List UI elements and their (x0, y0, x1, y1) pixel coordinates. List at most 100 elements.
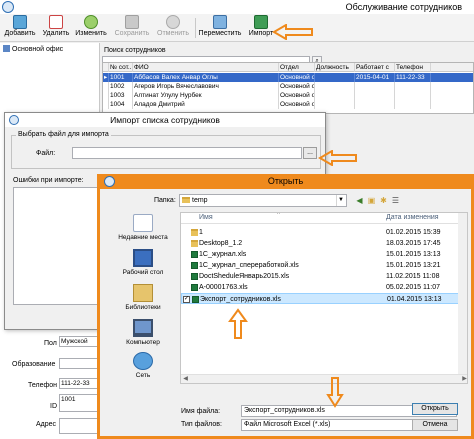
address-field[interactable] (59, 418, 99, 434)
column-header[interactable]: № сот... (109, 63, 133, 72)
file-name: 1 (199, 229, 203, 236)
tree-node-main-office[interactable]: Основной офис (3, 45, 63, 53)
add-button[interactable]: Добавить (3, 15, 37, 41)
phone-field[interactable]: 111-22-33 (59, 378, 99, 389)
folder-icon (191, 240, 198, 247)
desktop-icon (133, 249, 153, 267)
column-header[interactable]: ФИО (133, 63, 279, 72)
filetype-select[interactable]: Файл Microsoft Excel (*.xls) ▼ (241, 419, 421, 431)
checkbox[interactable]: ✓ (183, 296, 190, 303)
delete-button[interactable]: Удалить (41, 15, 71, 41)
gender-label: Пол (44, 340, 57, 347)
place-desktop[interactable]: Рабочий стол (105, 249, 181, 276)
back-icon[interactable]: ◀ (354, 195, 365, 206)
gender-field[interactable]: Мужской (59, 336, 99, 347)
edit-button-label: Изменить (75, 30, 107, 37)
place-network[interactable]: Сеть (105, 352, 181, 379)
vertical-scrollbar[interactable] (458, 213, 467, 383)
place-recent[interactable]: Недавние места (105, 214, 181, 241)
table-cell: Аббасов Валех Анвар Оглы (133, 73, 279, 82)
column-header[interactable]: Отдел (279, 63, 315, 72)
file-name: 1С_журнал.xls (199, 251, 247, 258)
place-computer[interactable]: Компьютер (105, 319, 181, 346)
errors-label: Ошибки при импорте: (13, 177, 84, 184)
table-cell (315, 91, 355, 100)
open-file-dialog: Открыть Папка: temp ▼ ◀ ▣ ✱ ☰ Недавние м… (97, 174, 474, 439)
main-window-title: Обслуживание сотрудников (345, 2, 462, 12)
file-row[interactable]: DoctSheduleЯнварь2015.xls 11.02.2015 11:0… (181, 271, 467, 282)
browse-button[interactable]: ... (303, 147, 317, 159)
table-row[interactable]: 1004 Аладов Дмитрий Основной о (103, 100, 473, 109)
horizontal-scrollbar[interactable]: ◀ ▶ (181, 374, 467, 383)
table-cell: 1002 (109, 82, 133, 91)
table-cell: Основной о (280, 100, 315, 109)
edit-button[interactable]: Изменить (74, 15, 108, 41)
address-label: Адрес (36, 421, 57, 428)
scroll-right-icon[interactable]: ▶ (460, 375, 467, 383)
filename-label: Имя файла: (181, 408, 221, 415)
toolbar: Добавить Удалить Изменить Сохранить Отме… (0, 14, 474, 42)
filename-value: Экспорт_сотрудников.xls (244, 407, 325, 414)
column-header[interactable]: Должность (315, 63, 355, 72)
cancel-button[interactable]: Отмена (412, 419, 458, 431)
move-button[interactable]: Переместить (197, 15, 243, 41)
file-path-input[interactable] (72, 147, 302, 159)
table-cell (355, 100, 395, 109)
file-row[interactable]: A-00001763.xls 05.02.2015 11:07 (181, 282, 467, 293)
column-name[interactable]: Имя (199, 214, 213, 221)
office-icon (3, 45, 10, 52)
file-list[interactable]: ^ Имя Дата изменения 1 01.02.2015 15:39 De… (180, 212, 468, 384)
view-menu-icon[interactable]: ☰ (390, 195, 401, 206)
computer-icon (133, 319, 153, 337)
errors-textarea[interactable] (13, 187, 99, 305)
edit-user-icon (84, 15, 98, 29)
table-cell (431, 100, 473, 109)
cancel-button[interactable]: Отменить (154, 15, 192, 41)
file-row[interactable]: 1С_журнал.xls 15.01.2015 13:13 (181, 249, 467, 260)
table-cell (431, 82, 473, 91)
filetype-value: Файл Microsoft Excel (*.xls) (244, 421, 331, 428)
education-field[interactable] (59, 358, 99, 369)
column-modified[interactable]: Дата изменения (386, 214, 439, 221)
table-row[interactable]: 1002 Агеров Игорь Вячеславович Основной о (103, 82, 473, 91)
new-folder-icon[interactable]: ✱ (378, 195, 389, 206)
save-button[interactable]: Сохранить (113, 15, 151, 41)
id-label: ID (50, 403, 57, 410)
folder-icon (182, 197, 190, 203)
table-cell: Аладов Дмитрий (133, 100, 279, 109)
table-cell: 1004 (109, 100, 133, 109)
table-cell: Основной о (280, 82, 315, 91)
file-row[interactable]: 1С_журнал_сперерaботкой.xls 15.01.2015 13… (181, 260, 467, 271)
column-header[interactable]: Работает с (355, 63, 395, 72)
employee-table[interactable]: № сот... ФИО Отдел Должность Работает с Телеф… (102, 62, 474, 114)
excel-file-icon (192, 296, 199, 303)
column-header[interactable] (431, 63, 473, 72)
place-libraries[interactable]: Библиотеки (105, 284, 181, 311)
table-row[interactable]: 1003 Алтинат Улулу Нурбек Основной о (103, 91, 473, 100)
file-row[interactable]: Desktop8_1.2 18.03.2015 17:45 (181, 238, 467, 249)
scroll-left-icon[interactable]: ◀ (181, 375, 190, 383)
folder-select[interactable]: temp ▼ (179, 194, 347, 207)
table-cell: Основной о (280, 73, 315, 82)
id-field[interactable]: 1001 (59, 394, 99, 412)
table-cell: 111-22-33 (395, 73, 431, 82)
table-cell (431, 91, 473, 100)
file-row[interactable]: ✓ Экспорт_сотрудников.xls 01.04.2015 13:13 (181, 293, 467, 304)
move-button-label: Переместить (198, 30, 242, 37)
column-header[interactable]: Телефон (395, 63, 431, 72)
add-user-icon (13, 15, 27, 29)
education-label: Образование (12, 361, 56, 368)
import-dialog-title: Импорт списка сотрудников (110, 115, 220, 125)
arrow-up-icon (228, 308, 248, 339)
delete-button-label: Удалить (42, 30, 70, 37)
open-button[interactable]: Открыть (412, 403, 458, 415)
places-bar: Недавние места Рабочий стол Библиотеки К… (105, 214, 181, 390)
table-header[interactable]: № сот... ФИО Отдел Должность Работает с Телеф… (103, 63, 473, 72)
file-row[interactable]: 1 01.02.2015 15:39 (181, 227, 467, 238)
tree-node-label: Основной офис (12, 46, 64, 53)
table-cell: 2015-04-01 (355, 73, 395, 82)
file-date: 15.01.2015 13:21 (386, 262, 441, 269)
save-button-label: Сохранить (114, 30, 150, 37)
table-row[interactable]: ▸ 1001 Аббасов Валех Анвар Оглы Основной о2… (103, 73, 473, 82)
up-folder-icon[interactable]: ▣ (366, 195, 377, 206)
